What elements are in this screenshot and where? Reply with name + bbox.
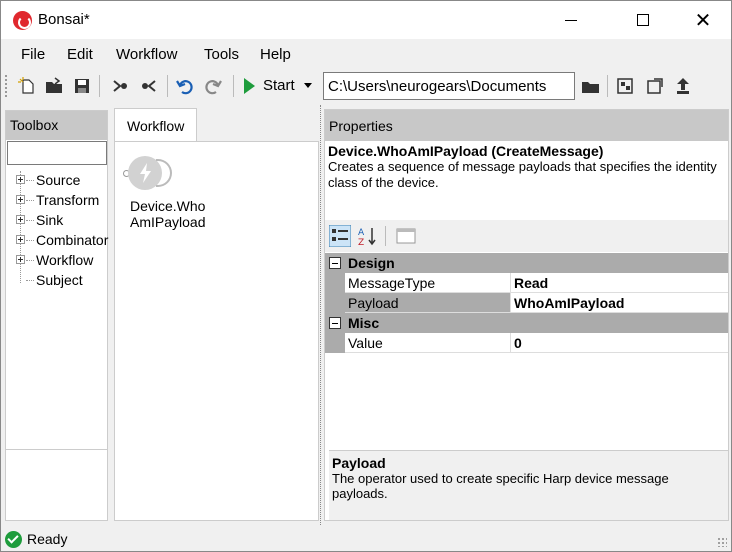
menu-workflow[interactable]: Workflow <box>116 46 177 63</box>
properties-toolbar-separator <box>385 226 386 246</box>
expand-icon[interactable] <box>16 215 25 224</box>
status-ok-icon <box>5 531 22 548</box>
package-manager-icon[interactable] <box>616 77 634 95</box>
property-value[interactable]: 0 <box>511 333 728 353</box>
svg-text:Z: Z <box>358 238 364 247</box>
maximize-icon <box>637 14 649 26</box>
selected-object-info: Device.WhoAmIPayload (CreateMessage) Cre… <box>325 141 728 213</box>
title-bar: Bonsai* ✕ <box>1 1 731 39</box>
expand-icon[interactable] <box>16 175 25 184</box>
properties-header: Properties <box>325 110 728 141</box>
toolbox-search-input[interactable] <box>7 141 107 165</box>
upload-icon[interactable] <box>674 77 692 95</box>
new-file-icon[interactable] <box>18 77 36 95</box>
toolbox-item-label: Transform <box>36 192 100 208</box>
property-grid: Design MessageType Read Payload WhoAmIPa… <box>325 253 728 353</box>
close-icon: ✕ <box>694 9 712 32</box>
property-name: Payload <box>345 293 511 313</box>
category-design[interactable]: Design <box>325 253 728 273</box>
bonsai-logo-icon <box>13 11 32 30</box>
category-label: Misc <box>348 315 380 331</box>
status-bar: Ready <box>1 527 731 551</box>
menu-file[interactable]: File <box>21 46 45 63</box>
property-name: MessageType <box>345 273 511 293</box>
undo-icon[interactable] <box>176 77 194 95</box>
toolbar-separator <box>607 75 608 97</box>
status-text: Ready <box>27 531 68 547</box>
expand-icon[interactable] <box>16 235 25 244</box>
property-row-payload[interactable]: Payload WhoAmIPayload <box>325 293 728 313</box>
menu-bar: File Edit Workflow Tools Help <box>1 39 731 69</box>
collapse-icon[interactable] <box>329 257 341 269</box>
toolbox-item-label: Workflow <box>36 252 94 268</box>
lightning-icon <box>140 163 151 183</box>
menu-help[interactable]: Help <box>260 46 291 63</box>
property-description-text: The operator used to create specific Har… <box>332 471 669 501</box>
category-label: Design <box>348 255 395 271</box>
property-name: Value <box>345 333 511 353</box>
gallery-icon[interactable] <box>646 77 664 95</box>
minimize-button[interactable] <box>547 1 595 39</box>
category-misc[interactable]: Misc <box>325 313 728 333</box>
categorized-view-icon[interactable] <box>329 225 351 247</box>
save-icon[interactable] <box>73 77 91 95</box>
expand-icon[interactable] <box>16 195 25 204</box>
chevron-down-icon <box>304 83 312 88</box>
node-label: Device.Who AmIPayload <box>130 198 206 230</box>
menu-tools[interactable]: Tools <box>204 46 239 63</box>
toolbox-description-panel <box>5 449 108 521</box>
selected-object-description: Creates a sequence of message payloads t… <box>328 159 717 190</box>
toolbar-separator <box>233 75 234 97</box>
property-row-messagetype[interactable]: MessageType Read <box>325 273 728 293</box>
svg-text:A: A <box>358 228 365 238</box>
workflow-path-input[interactable] <box>323 72 575 100</box>
expand-icon[interactable] <box>16 255 25 264</box>
toolbar-separator <box>167 75 168 97</box>
toolbox-header: Toolbox <box>6 111 107 140</box>
maximize-button[interactable] <box>619 1 667 39</box>
start-icon <box>244 78 255 94</box>
open-folder-icon[interactable] <box>45 77 63 95</box>
ungroup-icon[interactable] <box>140 77 158 95</box>
start-button[interactable]: Start <box>239 73 317 99</box>
start-label: Start <box>263 77 295 94</box>
menu-edit[interactable]: Edit <box>67 46 93 63</box>
window-title: Bonsai* <box>38 11 90 28</box>
property-row-value[interactable]: Value 0 <box>325 333 728 353</box>
tree-line <box>20 171 21 283</box>
properties-panel: Properties Device.WhoAmIPayload (CreateM… <box>324 109 729 521</box>
main-window: Bonsai* ✕ File Edit Workflow Tools Help <box>0 0 732 552</box>
property-description-title: Payload <box>332 455 386 471</box>
browse-folder-icon[interactable] <box>581 77 601 95</box>
toolbox-item-label: Combinator <box>36 232 109 248</box>
alphabetical-sort-icon[interactable]: A Z <box>357 225 379 247</box>
collapse-icon[interactable] <box>329 317 341 329</box>
close-button[interactable]: ✕ <box>679 1 727 39</box>
selected-object-title: Device.WhoAmIPayload (CreateMessage) <box>328 143 604 159</box>
toolbar-separator <box>99 75 100 97</box>
toolbox-item-label: Sink <box>36 212 64 228</box>
toolbox-item-label: Subject <box>36 272 83 288</box>
toolbar: Start <box>1 69 731 103</box>
minimize-icon <box>565 19 577 21</box>
redo-icon[interactable] <box>204 77 222 95</box>
tab-workflow[interactable]: Workflow <box>114 108 197 142</box>
property-pages-icon[interactable] <box>395 225 417 247</box>
property-value[interactable]: Read <box>511 273 728 293</box>
group-icon[interactable] <box>111 77 129 95</box>
properties-toolbar: A Z <box>325 220 728 252</box>
toolbox-item-label: Source <box>36 172 81 188</box>
property-description-panel: Payload The operator used to create spec… <box>329 450 728 520</box>
property-value[interactable]: WhoAmIPayload <box>511 293 728 313</box>
resize-grip[interactable] <box>717 537 727 547</box>
toolbar-grip[interactable] <box>5 75 8 97</box>
